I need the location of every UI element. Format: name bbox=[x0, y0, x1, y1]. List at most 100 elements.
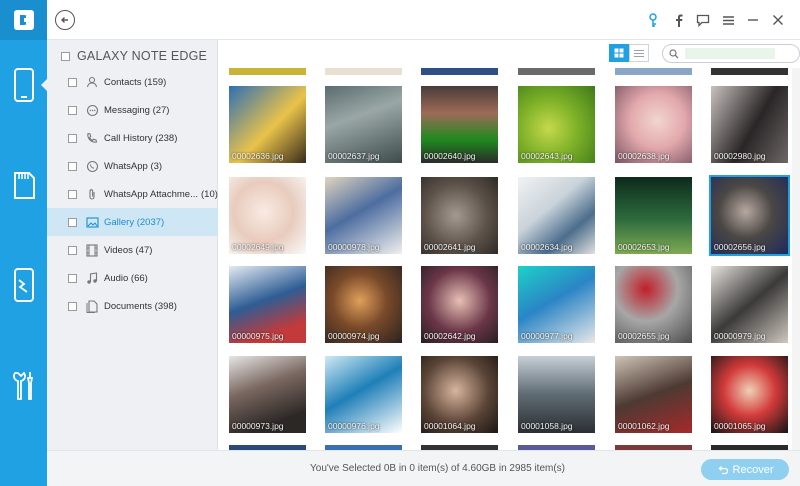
checkbox[interactable] bbox=[68, 161, 77, 171]
device-checkbox[interactable] bbox=[61, 51, 70, 61]
thumb-filename: 00001058.jpg bbox=[521, 421, 573, 431]
nav-phone-recovery[interactable] bbox=[0, 55, 47, 115]
gallery-thumb[interactable]: 00002653.jpg bbox=[615, 177, 692, 254]
gallery-thumb[interactable]: 00000979.jpg bbox=[711, 266, 788, 343]
gallery-thumb[interactable]: 00001062.jpg bbox=[615, 356, 692, 433]
search-input[interactable] bbox=[685, 48, 775, 59]
checkbox[interactable] bbox=[68, 77, 77, 87]
gallery-thumb[interactable]: 00002649.jpg bbox=[229, 177, 306, 254]
gallery-thumb-partial[interactable] bbox=[615, 68, 692, 75]
view-toggle bbox=[609, 44, 649, 62]
checkbox[interactable] bbox=[68, 217, 77, 227]
gallery-thumb[interactable]: 00002634.jpg bbox=[518, 177, 595, 254]
grid-view-button[interactable] bbox=[609, 44, 629, 62]
sidebar-item-contacts[interactable]: Contacts (159) bbox=[47, 68, 218, 96]
gallery-thumb[interactable]: 00002637.jpg bbox=[325, 86, 402, 163]
minimize-button[interactable] bbox=[741, 8, 765, 32]
recover-button[interactable]: Recover bbox=[701, 459, 789, 480]
facebook-button[interactable] bbox=[666, 8, 690, 32]
gallery-thumb[interactable]: 00002642.jpg bbox=[421, 266, 498, 343]
gallery-thumb[interactable]: 00000976.jpg bbox=[325, 356, 402, 433]
thumb-filename: 00000977.jpg bbox=[521, 331, 573, 341]
minimize-icon bbox=[748, 19, 758, 21]
attachment-icon bbox=[85, 187, 99, 201]
key-button[interactable] bbox=[641, 8, 665, 32]
sidebar-item-documents[interactable]: Documents (398) bbox=[47, 292, 218, 320]
thumb-filename: 00002980.jpg bbox=[714, 151, 766, 161]
grid-icon bbox=[614, 48, 624, 58]
contacts-icon bbox=[85, 75, 99, 89]
thumb-filename: 00000974.jpg bbox=[328, 331, 380, 341]
gallery-thumb[interactable]: 00002643.jpg bbox=[518, 86, 595, 163]
gallery-thumb[interactable]: 00001064.jpg bbox=[421, 356, 498, 433]
gallery-thumb[interactable]: 00000977.jpg bbox=[518, 266, 595, 343]
thumb-filename: 00000979.jpg bbox=[714, 331, 766, 341]
gallery-thumb[interactable]: 00002641.jpg bbox=[421, 177, 498, 254]
feedback-button[interactable] bbox=[691, 8, 715, 32]
thumb-filename: 00000976.jpg bbox=[328, 421, 380, 431]
feedback-icon bbox=[696, 14, 710, 27]
sidebar-item-gallery[interactable]: Gallery (2037) bbox=[47, 208, 218, 236]
gallery-thumb-partial[interactable] bbox=[421, 68, 498, 75]
close-icon bbox=[773, 15, 783, 25]
thumb-filename: 00001062.jpg bbox=[618, 421, 670, 431]
gallery-thumb[interactable]: 00000974.jpg bbox=[325, 266, 402, 343]
gallery-thumb[interactable]: 00002636.jpg bbox=[229, 86, 306, 163]
thumb-filename: 00002641.jpg bbox=[424, 242, 476, 252]
search-box[interactable] bbox=[662, 44, 800, 63]
thumb-filename: 00000973.jpg bbox=[232, 421, 284, 431]
phone-icon bbox=[13, 68, 34, 102]
menu-button[interactable] bbox=[716, 8, 740, 32]
nav-toolkit[interactable] bbox=[0, 355, 47, 415]
gallery-thumb[interactable]: 00002980.jpg bbox=[711, 86, 788, 163]
checkbox[interactable] bbox=[68, 189, 77, 199]
recover-label: Recover bbox=[732, 463, 774, 476]
sidebar-item-call-history[interactable]: Call History (238) bbox=[47, 124, 218, 152]
back-button[interactable] bbox=[55, 10, 75, 30]
gallery-thumb-partial[interactable] bbox=[325, 68, 402, 75]
thumb-filename: 00000978.jpg bbox=[328, 242, 380, 252]
sidebar-item-messaging[interactable]: Messaging (27) bbox=[47, 96, 218, 124]
sidebar-item-videos[interactable]: Videos (47) bbox=[47, 236, 218, 264]
close-button[interactable] bbox=[766, 8, 790, 32]
gallery-thumb-partial[interactable] bbox=[518, 68, 595, 75]
nav-phone-repair[interactable] bbox=[0, 255, 47, 315]
sidebar-item-label: Documents (398) bbox=[104, 300, 177, 312]
sidebar-item-label: Call History (238) bbox=[104, 132, 178, 144]
gallery-thumb[interactable]: 00001058.jpg bbox=[518, 356, 595, 433]
sidebar-item-whatsapp-attachments[interactable]: WhatsApp Attachme... (10) bbox=[47, 180, 218, 208]
gallery-thumb[interactable]: 00002640.jpg bbox=[421, 86, 498, 163]
sidebar-item-whatsapp[interactable]: WhatsApp (3) bbox=[47, 152, 218, 180]
gallery-thumb[interactable]: 00002656.jpg bbox=[709, 175, 790, 256]
checkbox[interactable] bbox=[68, 133, 77, 143]
gallery-thumb-partial[interactable] bbox=[711, 68, 788, 75]
thumb-filename: 00002642.jpg bbox=[424, 331, 476, 341]
document-icon bbox=[85, 299, 99, 313]
facebook-icon bbox=[675, 14, 682, 27]
grid-scrollbar[interactable] bbox=[792, 68, 800, 450]
gallery-thumb[interactable]: 00000978.jpg bbox=[325, 177, 402, 254]
sidebar-item-audio[interactable]: Audio (66) bbox=[47, 264, 218, 292]
checkbox[interactable] bbox=[68, 105, 77, 115]
selection-status: You've Selected 0B in 0 item(s) of 4.60G… bbox=[310, 463, 566, 474]
gallery-thumb[interactable]: 00000973.jpg bbox=[229, 356, 306, 433]
arrow-left-icon bbox=[61, 17, 68, 23]
thumb-filename: 00002634.jpg bbox=[521, 242, 573, 252]
checkbox[interactable] bbox=[68, 273, 77, 283]
checkbox[interactable] bbox=[68, 245, 77, 255]
gallery-thumb[interactable]: 00000975.jpg bbox=[229, 266, 306, 343]
tools-icon bbox=[12, 371, 33, 400]
list-view-button[interactable] bbox=[629, 44, 649, 62]
thumb-filename: 00002656.jpg bbox=[714, 242, 766, 252]
checkbox[interactable] bbox=[68, 301, 77, 311]
recovery-app: GALAXY NOTE EDGE Contacts (159) Messagin… bbox=[0, 0, 800, 486]
gallery-thumb[interactable]: 00002638.jpg bbox=[615, 86, 692, 163]
thumb-filename: 00002653.jpg bbox=[618, 242, 670, 252]
nav-sd-card[interactable] bbox=[0, 155, 47, 215]
device-header[interactable]: GALAXY NOTE EDGE bbox=[61, 49, 207, 63]
gallery-thumb-partial[interactable] bbox=[229, 68, 306, 75]
gallery-thumb[interactable]: 00001065.jpg bbox=[711, 356, 788, 433]
thumb-filename: 00001065.jpg bbox=[714, 421, 766, 431]
sidebar-item-label: Videos (47) bbox=[104, 244, 153, 256]
gallery-thumb[interactable]: 00002655.jpg bbox=[615, 266, 692, 343]
